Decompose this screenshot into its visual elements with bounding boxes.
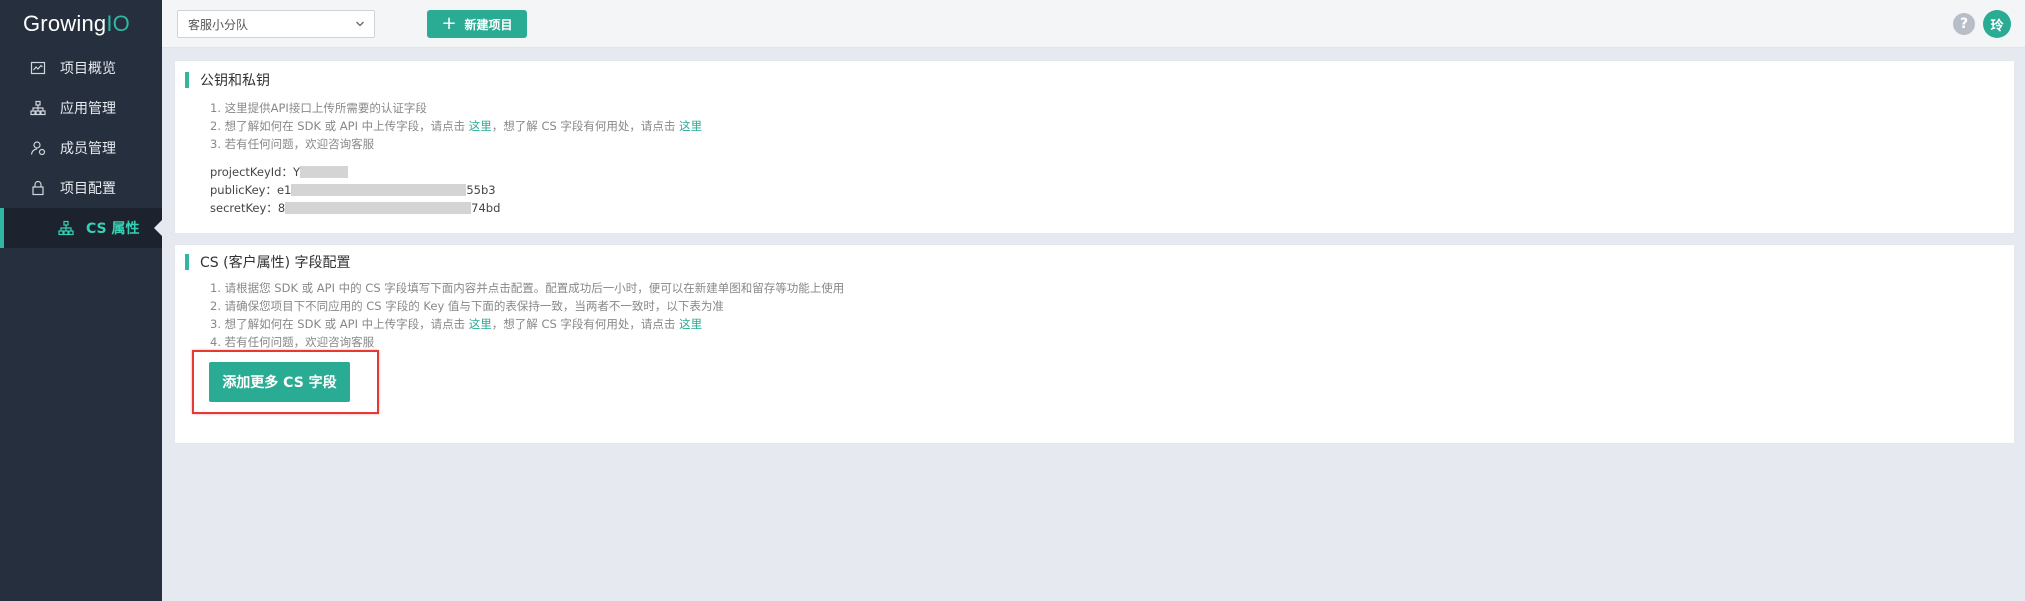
- active-indicator: [154, 220, 162, 236]
- public-key-row: publicKey：e1 55b3: [210, 183, 496, 197]
- sidebar-item-app-management[interactable]: 应用管理: [0, 88, 162, 128]
- hierarchy-icon: [30, 100, 46, 116]
- sidebar-item-cs-attributes[interactable]: CS 属性: [0, 208, 162, 248]
- note-line: 2. 想了解如何在 SDK 或 API 中上传字段，请点击 这里，想了解 CS …: [210, 119, 703, 133]
- note-line: 1. 请根据您 SDK 或 API 中的 CS 字段填写下面内容并点击配置。配置…: [210, 281, 845, 295]
- highlight-box: [192, 350, 379, 414]
- new-project-label: 新建项目: [464, 17, 513, 32]
- team-select-value: 客服小分队: [188, 17, 249, 32]
- project-key-id-row: projectKeyId：Y: [210, 163, 500, 181]
- lock-icon: [30, 180, 46, 196]
- note-line: 4. 若有任何问题，欢迎咨询客服: [210, 335, 375, 349]
- keys-panel: 公钥和私钥 1. 这里提供API接口上传所需要的认证字段 2. 想了解如何在 S…: [174, 60, 2015, 234]
- chart-icon: [30, 60, 46, 76]
- sidebar-item-label: CS 属性: [86, 221, 140, 237]
- chevron-down-icon: [356, 21, 364, 27]
- sidebar-item-member-management[interactable]: 成员管理: [0, 128, 162, 168]
- sidebar-item-label: 项目概览: [60, 61, 116, 77]
- secret-key-row: secretKey：8 74bd: [210, 201, 501, 215]
- cs-usage-link[interactable]: 这里: [679, 119, 702, 133]
- top-bar: 客服小分队 + 新建项目 ? 玲: [162, 0, 2025, 48]
- note-line: 3. 若有任何问题，欢迎咨询客服: [210, 137, 375, 151]
- cs-usage-link[interactable]: 这里: [679, 317, 702, 331]
- cs-notes: 1. 请根据您 SDK 或 API 中的 CS 字段填写下面内容并点击配置。配置…: [210, 279, 844, 351]
- sidebar-item-project-config[interactable]: 项目配置: [0, 168, 162, 208]
- keys-panel-title: 公钥和私钥: [185, 71, 270, 89]
- cs-panel-title: CS (客户属性) 字段配置: [185, 253, 351, 271]
- title-accent-bar: [185, 254, 189, 270]
- title-accent-bar: [185, 72, 189, 88]
- avatar[interactable]: 玲: [1983, 10, 2011, 38]
- sidebar-item-project-overview[interactable]: 项目概览: [0, 48, 162, 88]
- sdk-api-link[interactable]: 这里: [469, 317, 492, 331]
- note-line: 1. 这里提供API接口上传所需要的认证字段: [210, 101, 427, 115]
- redaction-mask: [300, 166, 348, 178]
- sdk-api-link[interactable]: 这里: [469, 119, 492, 133]
- sidebar-item-label: 应用管理: [60, 101, 116, 117]
- new-project-button[interactable]: + 新建项目: [427, 10, 527, 38]
- note-line: 3. 想了解如何在 SDK 或 API 中上传字段，请点击 这里，想了解 CS …: [210, 317, 703, 331]
- hierarchy-icon: [58, 220, 74, 236]
- team-select[interactable]: 客服小分队: [177, 10, 375, 38]
- sidebar-item-label: 项目配置: [60, 181, 116, 197]
- keys-notes: 1. 这里提供API接口上传所需要的认证字段 2. 想了解如何在 SDK 或 A…: [210, 99, 702, 153]
- redaction-mask: [291, 184, 467, 196]
- plus-icon: +: [441, 13, 457, 34]
- redaction-mask: [285, 202, 472, 214]
- sidebar: Growing IO 项目概览 应用管理 成员管理 项目配置 CS 属性: [0, 0, 162, 601]
- user-settings-icon: [30, 140, 46, 156]
- cs-config-panel: CS (客户属性) 字段配置 1. 请根据您 SDK 或 API 中的 CS 字…: [174, 244, 2015, 444]
- keys-list: projectKeyId：Y publicKey：e1 55b3 secretKe…: [210, 163, 500, 217]
- help-icon[interactable]: ?: [1953, 13, 1975, 35]
- note-line: 2. 请确保您项目下不同应用的 CS 字段的 Key 值与下面的表保持一致，当两…: [210, 299, 724, 313]
- logo[interactable]: Growing IO: [0, 0, 162, 48]
- sidebar-item-label: 成员管理: [60, 141, 116, 157]
